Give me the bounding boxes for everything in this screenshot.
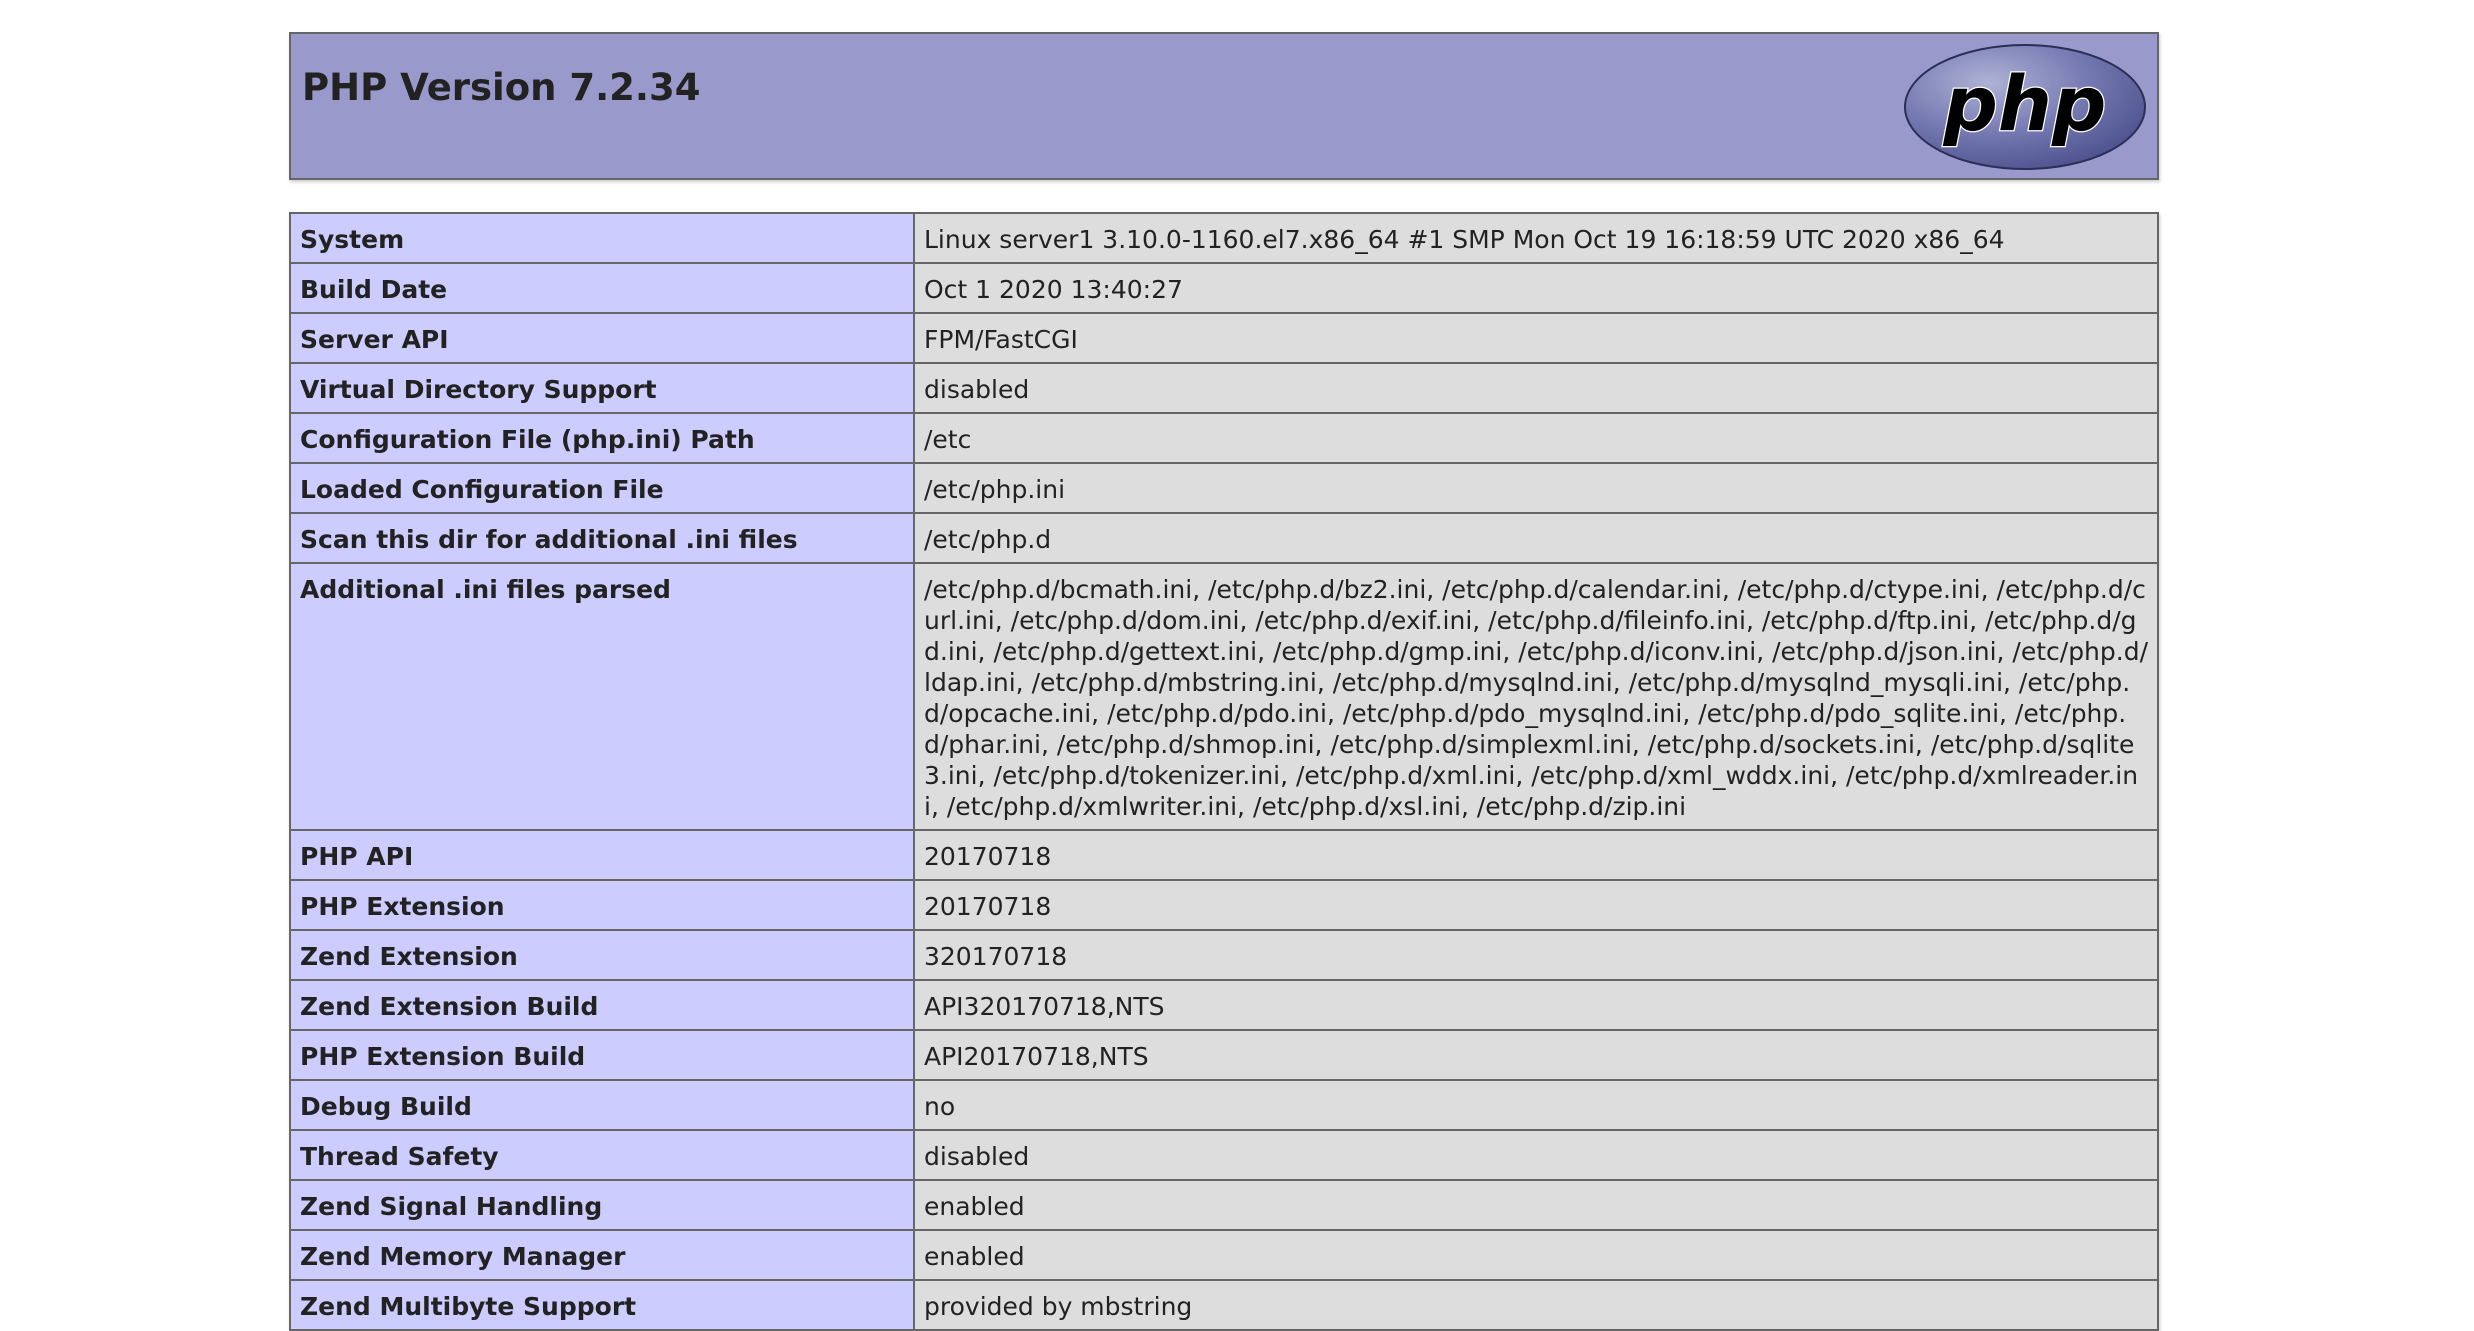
row-key: Zend Signal Handling <box>289 1179 915 1231</box>
row-value: /etc/php.d <box>913 512 2159 564</box>
row-key: Debug Build <box>289 1079 915 1131</box>
table-row: PHP Extension Build API20170718,NTS <box>289 1029 2159 1081</box>
phpinfo-container: PHP Version 7.2.34 php System Linux serve… <box>289 32 2159 1331</box>
row-value: 20170718 <box>913 829 2159 881</box>
page-title: PHP Version 7.2.34 <box>302 66 701 109</box>
row-key: PHP Extension <box>289 879 915 931</box>
row-key: Loaded Configuration File <box>289 462 915 514</box>
row-value: /etc <box>913 412 2159 464</box>
row-key: Zend Extension Build <box>289 979 915 1031</box>
row-value: enabled <box>913 1229 2159 1281</box>
row-value: Linux server1 3.10.0-1160.el7.x86_64 #1 … <box>913 212 2159 264</box>
row-key: Server API <box>289 312 915 364</box>
row-key: Additional .ini files parsed <box>289 562 915 831</box>
row-value: disabled <box>913 1129 2159 1181</box>
row-value: API20170718,NTS <box>913 1029 2159 1081</box>
row-key: Virtual Directory Support <box>289 362 915 414</box>
phpinfo-header: PHP Version 7.2.34 php <box>289 32 2159 180</box>
table-row: Virtual Directory Support disabled <box>289 362 2159 414</box>
row-value: 20170718 <box>913 879 2159 931</box>
row-value: no <box>913 1079 2159 1131</box>
table-row: Scan this dir for additional .ini files /… <box>289 512 2159 564</box>
row-value: API320170718,NTS <box>913 979 2159 1031</box>
table-row: Zend Extension Build API320170718,NTS <box>289 979 2159 1031</box>
php-logo: php <box>1904 44 2146 170</box>
row-value: FPM/FastCGI <box>913 312 2159 364</box>
row-value: Oct 1 2020 13:40:27 <box>913 262 2159 314</box>
table-row: Zend Memory Manager enabled <box>289 1229 2159 1281</box>
row-key: Configuration File (php.ini) Path <box>289 412 915 464</box>
table-row: Loaded Configuration File/etc/php.ini <box>289 462 2159 514</box>
info-table-body: System Linux server1 3.10.0-1160.el7.x86_… <box>289 212 2159 1331</box>
table-row: Configuration File (php.ini) Path/etc <box>289 412 2159 464</box>
row-value: /etc/php.d/bcmath.ini, /etc/php.d/bz2.in… <box>913 562 2159 831</box>
info-table: System Linux server1 3.10.0-1160.el7.x86_… <box>289 212 2159 1331</box>
row-value: /etc/php.ini <box>913 462 2159 514</box>
table-row: Zend Signal Handling enabled <box>289 1179 2159 1231</box>
row-key: Zend Extension <box>289 929 915 981</box>
table-row: System Linux server1 3.10.0-1160.el7.x86_… <box>289 212 2159 264</box>
table-row: Debug Build no <box>289 1079 2159 1131</box>
row-key: Zend Memory Manager <box>289 1229 915 1281</box>
table-row: Additional .ini files parsed/etc/php.d/b… <box>289 562 2159 831</box>
php-logo-text: php <box>1943 59 2107 148</box>
row-key: Build Date <box>289 262 915 314</box>
row-key: Thread Safety <box>289 1129 915 1181</box>
row-value: enabled <box>913 1179 2159 1231</box>
row-value: 320170718 <box>913 929 2159 981</box>
table-row: Server API FPM/FastCGI <box>289 312 2159 364</box>
row-key: PHP Extension Build <box>289 1029 915 1081</box>
table-row: Thread Safety disabled <box>289 1129 2159 1181</box>
table-row: Build Date Oct 1 2020 13:40:27 <box>289 262 2159 314</box>
row-key: System <box>289 212 915 264</box>
row-value: disabled <box>913 362 2159 414</box>
table-row: PHP Extension 20170718 <box>289 879 2159 931</box>
table-row: PHP API 20170718 <box>289 829 2159 881</box>
table-row: Zend Extension 320170718 <box>289 929 2159 981</box>
row-key: PHP API <box>289 829 915 881</box>
row-key: Scan this dir for additional .ini files <box>289 512 915 564</box>
